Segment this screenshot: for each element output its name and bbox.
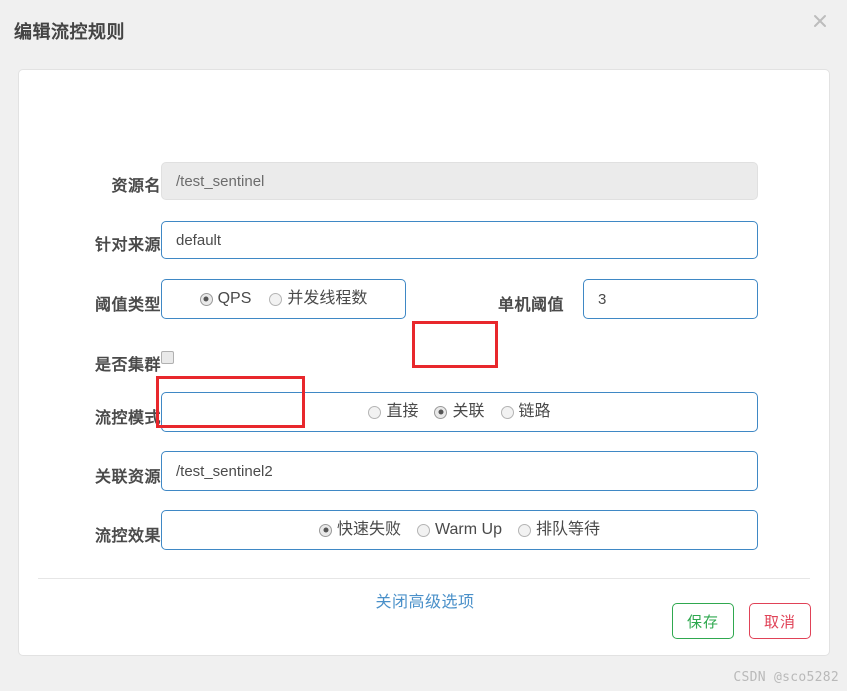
flow-effect-radio-group[interactable]: 快速失败 Warm Up 排队等待 bbox=[161, 510, 758, 550]
flow-mode-option-chain[interactable]: 链路 bbox=[500, 403, 551, 420]
is-cluster-label: 是否集群 bbox=[94, 357, 161, 374]
flow-mode-option-label: 链路 bbox=[518, 403, 551, 420]
threshold-type-option-threads[interactable]: 并发线程数 bbox=[269, 291, 367, 307]
radio-dot-icon bbox=[417, 523, 431, 537]
limit-origin-input[interactable] bbox=[161, 221, 758, 259]
threshold-type-option-label: QPS bbox=[217, 290, 252, 307]
limit-origin-label: 针对来源 bbox=[94, 237, 161, 254]
flow-mode-label: 流控模式 bbox=[94, 410, 161, 427]
radio-dot-icon bbox=[319, 523, 332, 537]
edit-flow-rule-dialog: 编辑流控规则 资源名 针对来源 阈值类型 QPS 并发线程数 单机阈值 bbox=[0, 0, 847, 691]
single-threshold-label: 单机阈值 bbox=[497, 297, 564, 314]
flow-effect-option-warm-up[interactable]: Warm Up bbox=[417, 522, 502, 538]
annotation-highlight-flow-mode bbox=[412, 321, 498, 368]
footer-divider bbox=[38, 578, 810, 579]
flow-effect-label: 流控效果 bbox=[94, 528, 161, 545]
single-threshold-input[interactable] bbox=[583, 279, 758, 319]
flow-mode-option-direct[interactable]: 直接 bbox=[368, 404, 418, 420]
flow-effect-option-label: Warm Up bbox=[435, 521, 502, 538]
threshold-type-option-qps[interactable]: QPS bbox=[199, 290, 252, 307]
radio-dot-icon bbox=[199, 292, 213, 306]
threshold-type-radio-group[interactable]: QPS 并发线程数 bbox=[161, 279, 406, 319]
radio-dot-icon bbox=[434, 405, 448, 419]
radio-dot-icon bbox=[269, 292, 283, 306]
flow-mode-option-associated[interactable]: 关联 bbox=[434, 403, 485, 420]
flow-mode-option-label: 关联 bbox=[452, 403, 485, 420]
close-icon[interactable] bbox=[805, 6, 835, 36]
flow-effect-option-label: 排队等待 bbox=[535, 521, 600, 538]
radio-dot-icon bbox=[500, 405, 514, 419]
resource-name-label: 资源名 bbox=[111, 178, 161, 195]
page-title: 编辑流控规则 bbox=[14, 22, 125, 42]
flow-effect-option-queue[interactable]: 排队等待 bbox=[517, 521, 600, 538]
ref-resource-label: 关联资源 bbox=[94, 469, 161, 486]
threshold-type-option-label: 并发线程数 bbox=[287, 290, 368, 307]
flow-mode-option-label: 直接 bbox=[386, 403, 419, 420]
flow-effect-option-fast-fail[interactable]: 快速失败 bbox=[319, 522, 401, 538]
save-button[interactable]: 保存 bbox=[672, 603, 734, 639]
form-panel: 资源名 针对来源 阈值类型 QPS 并发线程数 单机阈值 是否集群 流控模式 bbox=[18, 69, 830, 656]
radio-dot-icon bbox=[368, 405, 382, 419]
threshold-type-label: 阈值类型 bbox=[94, 297, 161, 314]
flow-mode-radio-group[interactable]: 直接 关联 链路 bbox=[161, 392, 758, 432]
radio-dot-icon bbox=[517, 523, 531, 537]
is-cluster-checkbox[interactable] bbox=[161, 351, 174, 364]
dialog-header: 编辑流控规则 bbox=[0, 0, 847, 56]
cancel-button[interactable]: 取消 bbox=[749, 603, 811, 639]
resource-name-input[interactable] bbox=[161, 162, 758, 200]
watermark: CSDN @sco5282 bbox=[733, 670, 839, 685]
ref-resource-input[interactable] bbox=[161, 451, 758, 491]
flow-effect-option-label: 快速失败 bbox=[337, 521, 402, 538]
